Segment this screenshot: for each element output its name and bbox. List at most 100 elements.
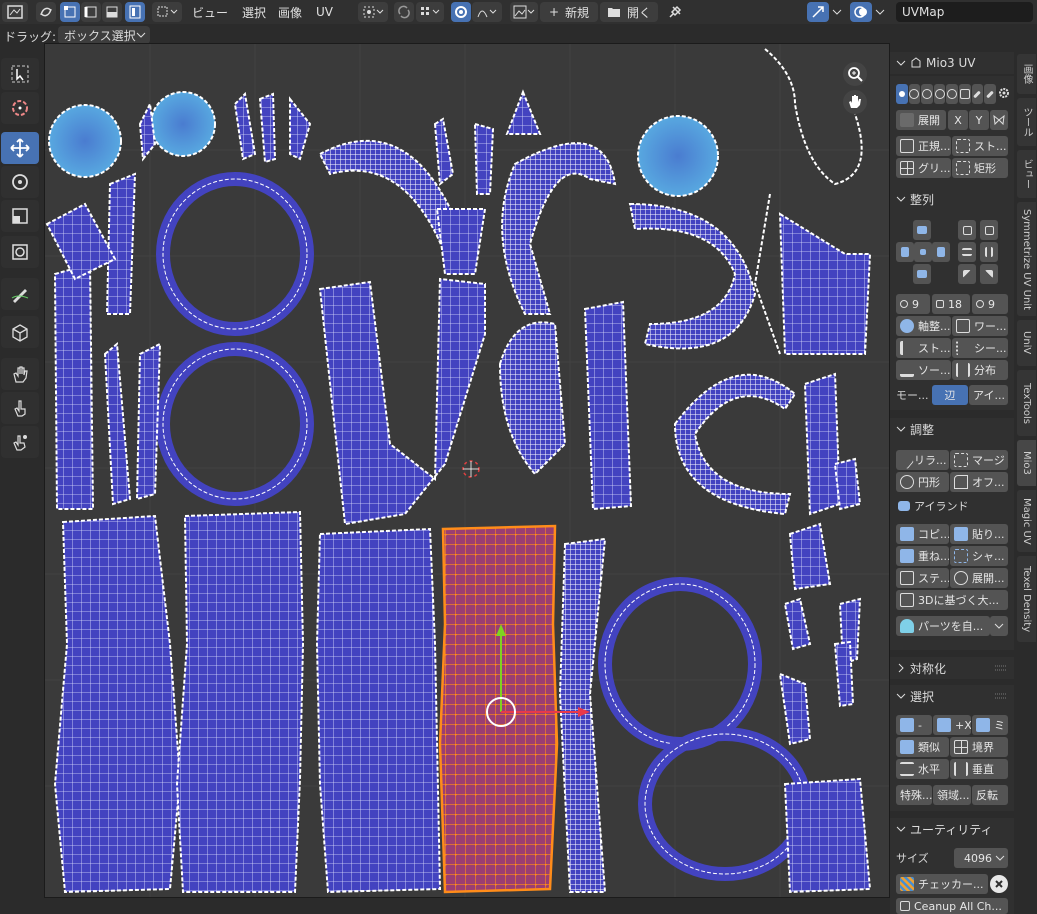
- tab-univ[interactable]: UniV: [1017, 320, 1036, 366]
- overlap-button[interactable]: 重ね...: [896, 546, 949, 566]
- distribute-button[interactable]: 分布: [952, 360, 1008, 380]
- drag-handle-icon[interactable]: [994, 664, 1008, 672]
- mio3-mode-button[interactable]: [896, 84, 908, 104]
- falloff-dropdown[interactable]: [472, 2, 502, 22]
- relax-button[interactable]: リラ...: [896, 450, 949, 470]
- face-select-mode-button[interactable]: [102, 2, 122, 22]
- gizmo-toggle[interactable]: [807, 2, 829, 22]
- vertex-select-mode-button[interactable]: [60, 2, 80, 22]
- uv-sync-toggle[interactable]: [394, 2, 414, 22]
- offset-button[interactable]: オフ...: [950, 472, 1008, 492]
- menu-uv[interactable]: UV: [316, 2, 333, 22]
- uvmap-field[interactable]: UVMap: [896, 2, 1033, 22]
- distribute-h-button[interactable]: [958, 242, 976, 262]
- align-right-button[interactable]: [932, 242, 950, 262]
- align-center-button[interactable]: [914, 242, 932, 262]
- scale-tool[interactable]: [1, 200, 39, 232]
- grab-tool[interactable]: [1, 358, 39, 390]
- mio3-circle-button-2[interactable]: [921, 84, 933, 104]
- copy-button[interactable]: コピ...: [896, 524, 949, 544]
- merge-button[interactable]: マージ: [950, 450, 1008, 470]
- symmetrize-header[interactable]: 対称化: [890, 657, 1014, 679]
- align-top-button[interactable]: [913, 220, 931, 240]
- island-select-mode-button[interactable]: [125, 2, 145, 22]
- straighten-button[interactable]: スト...: [952, 136, 1008, 156]
- mio3-box-button[interactable]: [958, 84, 971, 104]
- rotate-ccw-button[interactable]: 9: [972, 294, 1008, 314]
- mio3-pin-button[interactable]: [971, 84, 984, 104]
- tab-texel-density[interactable]: Texel Density: [1017, 556, 1036, 642]
- butterfly-button[interactable]: [990, 110, 1008, 130]
- unwrap-button[interactable]: 展開: [896, 110, 946, 130]
- relax-tool[interactable]: [1, 392, 39, 424]
- tab-magic-uv[interactable]: Magic UV: [1017, 490, 1036, 552]
- align-header[interactable]: 整列: [890, 188, 1014, 210]
- overlay-toggle[interactable]: [850, 2, 872, 22]
- mio3-circle-button-3[interactable]: [933, 84, 946, 104]
- select-vertical-button[interactable]: 垂直: [950, 759, 1008, 779]
- sync-selection-button[interactable]: [36, 2, 56, 22]
- unwrap-x-button[interactable]: X: [948, 110, 968, 130]
- editor-type-button[interactable]: [2, 2, 28, 22]
- checker-clear-button[interactable]: [990, 875, 1008, 893]
- checker-button[interactable]: チェッカー...: [896, 874, 988, 894]
- tab-textools[interactable]: TexTools: [1017, 370, 1036, 436]
- align-bottom-button[interactable]: [913, 264, 931, 284]
- select-similar-button[interactable]: 類似: [896, 737, 949, 757]
- snap-dropdown[interactable]: [416, 2, 444, 22]
- selected-uv-island[interactable]: [438, 524, 559, 894]
- menu-select[interactable]: 選択: [242, 2, 266, 22]
- open-image-button[interactable]: 開く: [600, 2, 658, 22]
- auto-parts-dropdown[interactable]: [990, 616, 1008, 636]
- step-button[interactable]: ステ...: [896, 568, 949, 588]
- select-header[interactable]: 選択: [890, 685, 1014, 707]
- select-mirror-button[interactable]: ミ: [972, 715, 1008, 735]
- axis-align-button[interactable]: 軸整...: [896, 316, 951, 336]
- unwrap-y-button[interactable]: Y: [969, 110, 989, 130]
- select-region-button[interactable]: 領域...: [933, 785, 971, 805]
- auto-parts-button[interactable]: パーツを自...: [896, 616, 990, 636]
- select-boundary-button[interactable]: 境界: [950, 737, 1008, 757]
- grid-button[interactable]: グリ...: [896, 158, 951, 178]
- size-dropdown[interactable]: 4096: [954, 848, 1008, 868]
- utility-header[interactable]: ユーティリティ: [890, 818, 1014, 840]
- drag-mode-dropdown[interactable]: ボックス選択: [58, 26, 150, 44]
- sticky-selection-dropdown[interactable]: [152, 2, 182, 22]
- new-image-button[interactable]: + 新規: [540, 2, 598, 22]
- zoom-button[interactable]: [843, 62, 867, 86]
- shuffle-button[interactable]: シャ...: [950, 546, 1008, 566]
- align-edge-button[interactable]: [958, 264, 976, 284]
- rotate-90-button[interactable]: 9: [896, 294, 930, 314]
- tab-tool[interactable]: ツール: [1017, 98, 1036, 146]
- annotate-tool[interactable]: [1, 278, 39, 310]
- mio3-header[interactable]: Mio3 UV: [890, 52, 1014, 74]
- select-box-tool[interactable]: [1, 58, 39, 90]
- align-v-button[interactable]: [980, 220, 998, 240]
- mirror-button[interactable]: [980, 264, 998, 284]
- tab-symmetrize-uv-unit[interactable]: Symmetrize UV Unit: [1017, 202, 1036, 316]
- stack-button[interactable]: スト...: [896, 338, 951, 358]
- proportional-edit-toggle[interactable]: [451, 2, 471, 22]
- select-special-button[interactable]: 特殊...: [896, 785, 932, 805]
- circle-button[interactable]: 円形: [896, 472, 949, 492]
- align-left-button[interactable]: [896, 242, 914, 262]
- tab-image[interactable]: 画像: [1017, 54, 1036, 94]
- pin-image-button[interactable]: [664, 2, 686, 22]
- adjust-header[interactable]: 調整: [890, 418, 1014, 440]
- rotate-180-button[interactable]: 18: [932, 294, 970, 314]
- rectify-button[interactable]: 矩形: [952, 158, 1008, 178]
- select-horizontal-button[interactable]: 水平: [896, 759, 949, 779]
- mio3-settings-button[interactable]: [997, 84, 1011, 102]
- uv-canvas[interactable]: [44, 43, 890, 898]
- mode-edge-option[interactable]: 辺: [932, 385, 968, 405]
- distribute-v-button[interactable]: [980, 242, 998, 262]
- mio3-circle-button-1[interactable]: [908, 84, 921, 104]
- normalize-button[interactable]: 正規...: [896, 136, 951, 156]
- mio3-pin2-button[interactable]: [984, 84, 996, 104]
- image-browse-dropdown[interactable]: [510, 2, 538, 22]
- select-plus-x-button[interactable]: +X: [933, 715, 971, 735]
- scale-3d-button[interactable]: 3Dに基づく大...: [896, 590, 1008, 610]
- align-h-button[interactable]: [958, 220, 976, 240]
- world-align-button[interactable]: ワー...: [952, 316, 1008, 336]
- menu-image[interactable]: 画像: [278, 2, 302, 22]
